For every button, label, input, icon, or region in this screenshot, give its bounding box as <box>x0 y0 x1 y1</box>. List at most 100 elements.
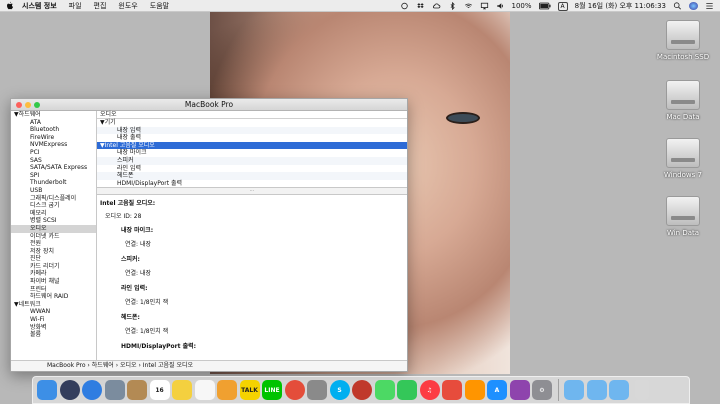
dock-line-icon[interactable]: LINE <box>262 380 282 400</box>
sidebar-item[interactable]: ATA <box>11 119 96 127</box>
sync-icon[interactable] <box>400 2 409 10</box>
content-pane: 오디오 ▼기기 내장 입력 내장 출력 ▼Intel 고음질 오디오 내장 마이크 스피커… <box>97 111 407 361</box>
tree-row[interactable]: 라인 입력 <box>97 165 407 173</box>
dock-calendar-icon[interactable]: 16 <box>149 380 170 400</box>
close-button[interactable] <box>16 102 22 108</box>
sidebar-item[interactable]: Thunderbolt <box>11 179 96 187</box>
sidebar-item[interactable]: 카드 리더기 <box>11 263 96 271</box>
bluetooth-icon[interactable] <box>448 2 457 10</box>
menu-file[interactable]: 파일 <box>69 1 82 11</box>
sidebar-item[interactable]: FireWire <box>11 134 96 142</box>
sidebar-item[interactable]: PCI <box>11 149 96 157</box>
tree-row[interactable]: 내장 출력 <box>97 134 407 142</box>
dock-facetime-icon[interactable] <box>397 380 417 400</box>
window-titlebar[interactable]: MacBook Pro <box>11 99 407 111</box>
tree-row[interactable]: HDMI/DisplayPort 출력 <box>97 180 407 188</box>
dock-notes-icon[interactable] <box>172 380 192 400</box>
dock-siri-icon[interactable] <box>59 380 80 400</box>
tree-row[interactable]: 스피커 <box>97 156 407 165</box>
dock-app-red-icon[interactable] <box>352 380 372 400</box>
sidebar-item[interactable]: 이더넷 카드 <box>11 233 96 241</box>
siri-icon[interactable] <box>689 2 698 10</box>
spotlight-icon[interactable] <box>673 2 682 10</box>
sidebar-section-network[interactable]: ▼네트워크 <box>11 301 96 309</box>
notification-center-icon[interactable] <box>705 2 714 10</box>
dock-folder-1-icon[interactable] <box>564 380 584 400</box>
dock-safari-icon[interactable] <box>82 380 102 400</box>
dock-app-gray-icon[interactable] <box>307 380 327 400</box>
detail-section-value: 연결: 1/8인치 잭 <box>125 299 169 307</box>
dock-contacts-icon[interactable] <box>127 380 147 400</box>
dock-folder-2-icon[interactable] <box>586 380 607 400</box>
clock[interactable]: 8월 16일 (화) 오후 11:06:33 <box>575 1 666 11</box>
dock-launch-app-icon[interactable] <box>509 380 530 400</box>
sidebar-item[interactable]: 전원 <box>11 240 96 248</box>
desktop-icon-label: Macintosh SSD <box>656 53 710 61</box>
tree-row[interactable]: ▼기기 <box>97 119 407 127</box>
sidebar-item[interactable]: 저장 장치 <box>11 248 96 256</box>
sidebar-item[interactable]: SAS <box>11 157 96 165</box>
minimize-button[interactable] <box>25 102 31 108</box>
sidebar-item[interactable]: 볼륨 <box>11 331 96 339</box>
status-area: 100% A 8월 16일 (화) 오후 11:06:33 <box>400 0 715 12</box>
dropbox-icon[interactable] <box>416 2 425 10</box>
dock-messages-icon[interactable] <box>374 380 395 400</box>
tree-row[interactable]: 헤드폰 <box>97 172 407 180</box>
dock-app-red-2-icon[interactable] <box>442 380 462 400</box>
battery-percent: 100% <box>511 2 532 10</box>
menu-edit[interactable]: 편집 <box>94 1 107 11</box>
desktop-icon-windows-7[interactable]: Windows 7 <box>653 138 713 179</box>
tree-row[interactable]: 내장 마이크 <box>97 149 407 157</box>
desktop-icon-mac-data[interactable]: Mac Data <box>653 80 713 121</box>
input-source[interactable]: A <box>557 1 568 11</box>
sidebar-item[interactable]: SPI <box>11 172 96 180</box>
sidebar-item[interactable]: 하드웨어 RAID <box>11 293 96 301</box>
desktop-icon-win-data[interactable]: Win Data <box>653 196 713 237</box>
path-bar-text[interactable]: MacBook Pro › 하드웨어 › 오디오 › Intel 고음질 오디오 <box>47 362 193 369</box>
tree-row[interactable]: 내장 입력 <box>97 126 407 135</box>
sidebar-item[interactable]: 카메라 <box>11 270 96 278</box>
sidebar-item[interactable]: WWAN <box>11 308 96 316</box>
sidebar-item[interactable]: Bluetooth <box>11 126 96 134</box>
menu-window[interactable]: 윈도우 <box>118 1 137 11</box>
sidebar-item[interactable]: 디스크 굽기 <box>11 202 96 210</box>
volume-icon[interactable] <box>496 2 505 10</box>
photo-eye-right <box>446 112 480 124</box>
sidebar-item[interactable]: 오디오 <box>11 224 96 233</box>
sidebar-item[interactable]: Wi-Fi <box>11 316 96 324</box>
sidebar-item[interactable]: SATA/SATA Express <box>11 164 96 172</box>
cloud-icon[interactable] <box>432 2 441 10</box>
apple-icon[interactable] <box>6 1 14 10</box>
dock-reminders-icon[interactable] <box>194 380 215 400</box>
battery-icon[interactable] <box>538 2 551 10</box>
desktop-icon-macintosh-ssd[interactable]: Macintosh SSD <box>653 20 713 61</box>
menu-help[interactable]: 도움말 <box>150 1 169 11</box>
dock-trash-icon[interactable] <box>634 380 649 400</box>
sidebar-item[interactable]: 방화벽 <box>11 324 96 332</box>
menu-app-name[interactable]: 시스템 정보 <box>22 1 57 11</box>
dock-music-icon[interactable]: ♫ <box>419 380 440 400</box>
sidebar-item[interactable]: USB <box>11 187 96 195</box>
sidebar-section-hardware[interactable]: ▼하드웨어 <box>11 111 96 119</box>
zoom-button[interactable] <box>34 102 40 108</box>
dock-settings-icon[interactable]: ⚙ <box>532 380 552 400</box>
dock-folder-3-icon[interactable] <box>609 380 629 400</box>
dock-talk-icon[interactable]: TALK <box>239 380 260 400</box>
dock-skype-icon[interactable]: S <box>329 380 350 400</box>
sidebar-item[interactable]: 진단 <box>11 255 96 263</box>
wifi-icon[interactable] <box>464 2 473 10</box>
dock-chrome-icon[interactable] <box>284 380 305 400</box>
dock-photo-app-icon[interactable] <box>104 380 125 400</box>
dock-app-store-icon[interactable]: A <box>487 380 507 400</box>
dock-photos-icon[interactable] <box>217 380 237 400</box>
sidebar-item[interactable]: NVMExpress <box>11 141 96 149</box>
detail-section-heading: HDMI/DisplayPort 출력: <box>121 343 197 351</box>
sidebar-item[interactable]: 병렬 SCSI <box>11 217 96 225</box>
airplay-icon[interactable] <box>480 2 489 10</box>
dock-finder-icon[interactable] <box>37 380 57 400</box>
sidebar-item[interactable]: 파이버 채널 <box>11 278 96 286</box>
detail-pane: Intel 고음질 오디오: 오디오 ID: 28 내장 마이크: 연결: 내장 스피커… <box>97 195 407 350</box>
sidebar-item[interactable]: 그래픽/디스플레이 <box>11 195 96 203</box>
split-handle[interactable]: ⋯ <box>97 187 407 196</box>
dock-books-icon[interactable] <box>464 380 485 400</box>
